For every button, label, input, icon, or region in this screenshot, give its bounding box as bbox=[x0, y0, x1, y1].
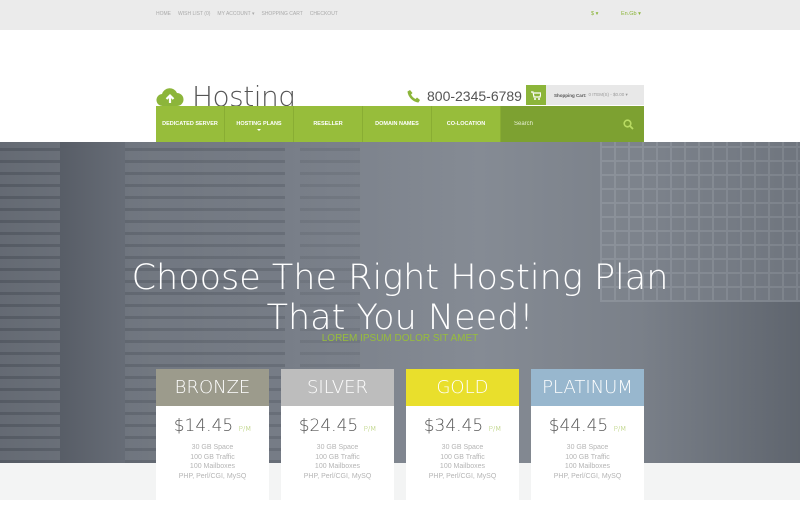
plan-price: $34.45 P/M bbox=[406, 416, 519, 436]
plan-name: GOLD bbox=[406, 369, 519, 406]
cart-value: 0 ITEM(S) - $0.00 ▾ bbox=[588, 92, 628, 97]
plan-feature: PHP, Perl/CGI, MySQ bbox=[428, 472, 497, 480]
plan-name: PLATINUM bbox=[531, 369, 644, 406]
plan-feature: 100 GB Traffic bbox=[440, 453, 485, 461]
plan-card-gold[interactable]: GOLD $34.45 P/M 30 GB Space 100 GB Traffi… bbox=[406, 369, 519, 509]
nav-domain-names[interactable]: DOMAIN NAMES bbox=[363, 106, 432, 142]
pricing-plans: BRONZE $14.45 P/M 30 GB Space 100 GB Traf… bbox=[156, 369, 644, 509]
plan-feature: 100 Mailboxes bbox=[564, 463, 611, 471]
header: Hosting 800-2345-6789 Shopping Cart: 0 IT… bbox=[0, 30, 800, 113]
plan-features: 30 GB Space 100 GB Traffic 100 Mailboxes PH… bbox=[406, 443, 519, 481]
language-select[interactable]: En.Gb ▾ bbox=[621, 11, 641, 17]
plan-feature: 100 Mailboxes bbox=[189, 463, 236, 471]
cart-button[interactable] bbox=[526, 85, 546, 105]
phone-icon bbox=[407, 90, 420, 103]
plan-period: P/M bbox=[238, 425, 252, 433]
top-link-home[interactable]: HOME bbox=[156, 11, 171, 17]
plan-feature: 30 GB Space bbox=[316, 444, 359, 451]
plan-period: P/M bbox=[488, 425, 502, 433]
hero-subtitle: LOREM IPSUM DOLOR SIT AMET bbox=[321, 333, 479, 344]
cart-label: Shopping Cart: bbox=[554, 92, 587, 98]
plan-features: 30 GB Space 100 GB Traffic 100 Mailboxes PH… bbox=[281, 443, 394, 481]
plan-feature: 100 GB Traffic bbox=[315, 453, 360, 461]
plan-price-value: $14.45 bbox=[173, 416, 234, 436]
search-input[interactable] bbox=[514, 121, 592, 127]
plan-card-bronze[interactable]: BRONZE $14.45 P/M 30 GB Space 100 GB Traf… bbox=[156, 369, 269, 509]
plan-feature: PHP, Perl/CGI, MySQ bbox=[178, 472, 247, 480]
phone-number: 800-2345-6789 bbox=[427, 88, 522, 104]
cart-dropdown[interactable]: Shopping Cart: 0 ITEM(S) - $0.00 ▾ bbox=[526, 85, 644, 105]
top-bar: HOME WISH LIST (0) MY ACCOUNT ▾ SHOPPING… bbox=[0, 0, 800, 30]
search-box bbox=[501, 106, 644, 142]
hero-title-line2: That You Need! bbox=[266, 298, 534, 338]
plan-price: $24.45 P/M bbox=[281, 416, 394, 436]
top-link-wishlist[interactable]: WISH LIST (0) bbox=[178, 11, 210, 17]
currency-select[interactable]: $ ▾ bbox=[591, 11, 598, 17]
plan-price-value: $44.45 bbox=[548, 416, 609, 436]
top-link-checkout[interactable]: CHECKOUT bbox=[310, 11, 338, 17]
plan-card-platinum[interactable]: PLATINUM $44.45 P/M 30 GB Space 100 GB Tr… bbox=[531, 369, 644, 509]
nav-co-location[interactable]: CO-LOCATION bbox=[432, 106, 501, 142]
plan-price-value: $34.45 bbox=[423, 416, 484, 436]
plan-feature: 100 GB Traffic bbox=[565, 453, 610, 461]
cart-summary[interactable]: Shopping Cart: 0 ITEM(S) - $0.00 ▾ bbox=[546, 85, 644, 105]
cart-icon bbox=[531, 90, 541, 100]
plan-feature: 100 GB Traffic bbox=[190, 453, 235, 461]
plan-feature: 30 GB Space bbox=[441, 444, 484, 451]
plan-feature: PHP, Perl/CGI, MySQ bbox=[553, 472, 622, 480]
plan-feature: 30 GB Space bbox=[566, 444, 609, 451]
phone: 800-2345-6789 bbox=[407, 88, 522, 104]
nav-reseller[interactable]: RESELLER bbox=[294, 106, 363, 142]
plan-name: SILVER bbox=[281, 369, 394, 406]
cloud-upload-icon bbox=[156, 87, 184, 106]
plan-period: P/M bbox=[363, 425, 377, 433]
plan-features: 30 GB Space 100 GB Traffic 100 Mailboxes PH… bbox=[156, 443, 269, 481]
nav-dedicated-server[interactable]: DEDICATED SERVER bbox=[156, 106, 225, 142]
top-link-cart[interactable]: SHOPPING CART bbox=[261, 11, 302, 17]
hero-title: Choose The Right Hosting Plan That You Ne… bbox=[0, 258, 800, 338]
hero-title-line1: Choose The Right Hosting Plan bbox=[131, 258, 669, 298]
plan-feature: 30 GB Space bbox=[191, 444, 234, 451]
plan-card-silver[interactable]: SILVER $24.45 P/M 30 GB Space 100 GB Traf… bbox=[281, 369, 394, 509]
top-links: HOME WISH LIST (0) MY ACCOUNT ▾ SHOPPING… bbox=[156, 11, 338, 17]
plan-features: 30 GB Space 100 GB Traffic 100 Mailboxes PH… bbox=[531, 443, 644, 481]
nav-hosting-plans[interactable]: HOSTING PLANS bbox=[225, 106, 294, 142]
main-nav: DEDICATED SERVER HOSTING PLANS RESELLER … bbox=[156, 106, 644, 142]
plan-price: $14.45 P/M bbox=[156, 416, 269, 436]
top-link-account[interactable]: MY ACCOUNT ▾ bbox=[217, 11, 254, 17]
plan-price-value: $24.45 bbox=[298, 416, 359, 436]
plan-name: BRONZE bbox=[156, 369, 269, 406]
plan-price: $44.45 P/M bbox=[531, 416, 644, 436]
plan-feature: 100 Mailboxes bbox=[314, 463, 361, 471]
search-icon[interactable] bbox=[623, 118, 634, 130]
plan-feature: PHP, Perl/CGI, MySQ bbox=[303, 472, 372, 480]
plan-feature: 100 Mailboxes bbox=[439, 463, 486, 471]
plan-period: P/M bbox=[613, 425, 627, 433]
